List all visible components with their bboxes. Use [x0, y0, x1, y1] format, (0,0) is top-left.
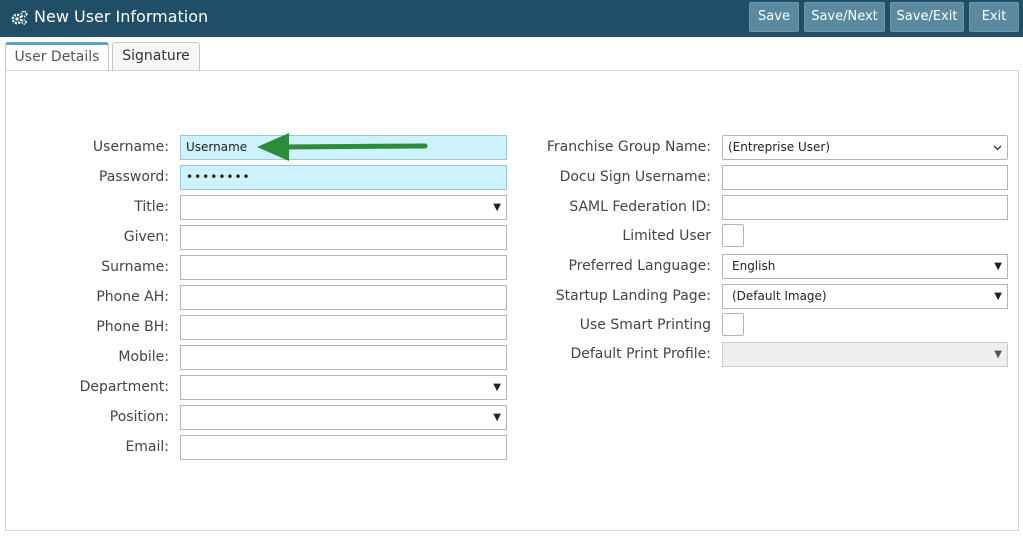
title-bar: New User Information Save Save/Next Save… [0, 0, 1023, 37]
save-next-button[interactable]: Save/Next [804, 2, 885, 32]
caret-down-icon: ▼ [994, 291, 1002, 302]
default-print-profile-select[interactable]: ▼ [722, 342, 1008, 367]
department-select[interactable]: ▼ [180, 375, 507, 400]
franchise-group-value: (Entreprise User) [728, 140, 830, 154]
save-exit-button[interactable]: Save/Exit [890, 2, 964, 32]
password-input[interactable]: •••••••• [180, 165, 507, 190]
given-label: Given: [123, 229, 169, 245]
caret-down-icon: ▼ [493, 412, 501, 423]
preferred-language-label: Preferred Language: [568, 258, 711, 274]
password-label: Password: [98, 169, 169, 185]
startup-landing-page-label: Startup Landing Page: [555, 288, 711, 304]
given-input[interactable] [180, 225, 507, 250]
franchise-group-select[interactable]: (Entreprise User) [722, 135, 1008, 160]
phone-ah-input[interactable] [180, 285, 507, 310]
default-print-profile-label: Default Print Profile: [570, 346, 711, 362]
username-label: Username: [92, 139, 169, 155]
username-value: Username [186, 140, 248, 154]
franchise-group-label: Franchise Group Name: [546, 139, 711, 155]
caret-down-icon: ▼ [994, 261, 1002, 272]
page-title: New User Information [34, 7, 209, 26]
preferred-language-select[interactable]: English ▼ [722, 254, 1008, 279]
title-select[interactable]: ▼ [180, 195, 507, 220]
department-label: Department: [79, 379, 169, 395]
tab-user-details[interactable]: User Details [5, 42, 109, 72]
limited-user-checkbox[interactable] [722, 224, 744, 247]
email-label: Email: [125, 439, 169, 455]
tab-signature[interactable]: Signature [112, 42, 200, 71]
exit-button[interactable]: Exit [969, 2, 1019, 32]
limited-user-label: Limited User [622, 228, 711, 244]
use-smart-printing-checkbox[interactable] [722, 313, 744, 336]
startup-landing-page-value: (Default Image) [732, 289, 827, 303]
preferred-language-value: English [732, 259, 776, 273]
caret-down-icon: ▼ [994, 349, 1002, 360]
mobile-input[interactable] [180, 345, 507, 370]
docusign-username-input[interactable] [722, 165, 1008, 190]
position-label: Position: [109, 409, 169, 425]
password-value: •••••••• [186, 170, 251, 184]
surname-input[interactable] [180, 255, 507, 280]
phone-bh-input[interactable] [180, 315, 507, 340]
saml-federation-id-label: SAML Federation ID: [569, 199, 711, 215]
save-button[interactable]: Save [749, 2, 799, 32]
phone-bh-label: Phone BH: [96, 319, 169, 335]
caret-down-icon: ▼ [493, 202, 501, 213]
surname-label: Surname: [101, 259, 169, 275]
saml-federation-id-input[interactable] [722, 195, 1008, 220]
phone-ah-label: Phone AH: [96, 289, 169, 305]
docusign-username-label: Docu Sign Username: [559, 169, 711, 185]
chevron-down-icon [993, 145, 1002, 151]
title-label: Title: [134, 199, 169, 215]
startup-landing-page-select[interactable]: (Default Image) ▼ [722, 284, 1008, 309]
gears-icon [11, 10, 28, 25]
position-select[interactable]: ▼ [180, 405, 507, 430]
caret-down-icon: ▼ [493, 382, 501, 393]
arrow-left-icon [257, 133, 428, 161]
mobile-label: Mobile: [118, 349, 169, 365]
email-input[interactable] [180, 435, 507, 460]
use-smart-printing-label: Use Smart Printing [579, 317, 711, 333]
